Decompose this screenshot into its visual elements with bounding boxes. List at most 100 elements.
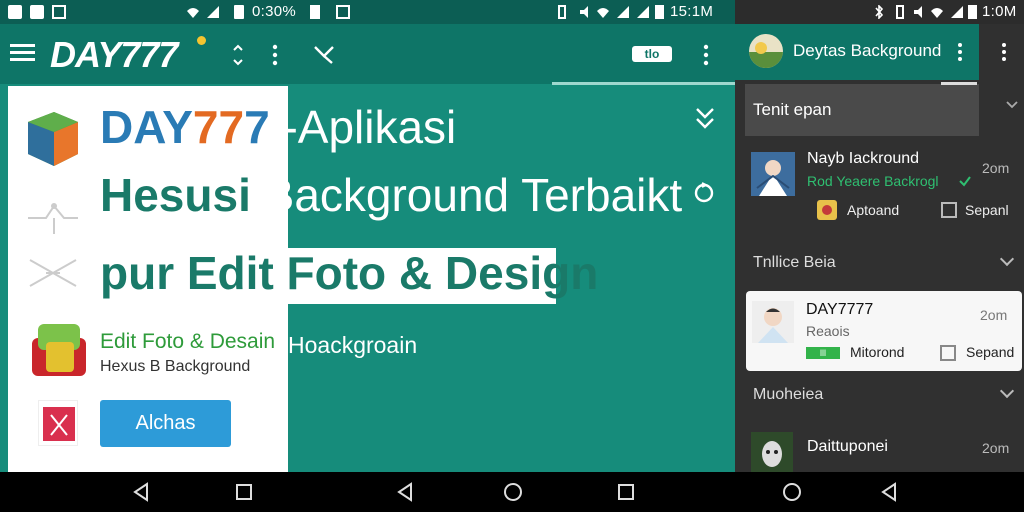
notification-card[interactable]: DAY7777 Reaois 2om lll Mitorond Sepand bbox=[746, 291, 1022, 371]
wifi-icon-3 bbox=[930, 5, 944, 19]
share-icon[interactable] bbox=[312, 42, 336, 66]
dropdown-handle bbox=[941, 82, 977, 85]
primary-button[interactable]: Alchas bbox=[100, 400, 231, 447]
headline-background: Background Terbaikt bbox=[263, 169, 683, 221]
feature-right-text: Hoackgroain bbox=[288, 332, 418, 358]
design-app-icon bbox=[38, 400, 78, 446]
app-icon bbox=[336, 5, 350, 19]
feature-title: Edit Foto & Desain bbox=[100, 330, 276, 353]
badge-label: lll bbox=[820, 348, 826, 358]
navigation-bar bbox=[0, 472, 1024, 512]
headline-hesusi: Hesusi bbox=[100, 169, 264, 221]
notification-action-2[interactable]: Sepanl bbox=[965, 202, 1009, 218]
recents-icon-2[interactable] bbox=[618, 484, 634, 505]
chip-label: tlo bbox=[644, 47, 660, 61]
panel-overflow-icon-2[interactable] bbox=[1001, 42, 1007, 62]
status-time-left: 0:30% bbox=[252, 3, 297, 20]
signal-icon-2 bbox=[616, 5, 630, 19]
notification-avatar-3 bbox=[751, 432, 793, 472]
chevron-down-icon-2[interactable] bbox=[999, 383, 1015, 399]
panel-overflow-icon[interactable] bbox=[957, 42, 963, 62]
panel-app-icon bbox=[749, 34, 783, 68]
app-bar: DAY777 tlo bbox=[0, 24, 735, 85]
notification-item[interactable]: Nayb Iackround Rod Yeaere Backrogl 2om A… bbox=[735, 142, 1024, 232]
battery-icon-2 bbox=[310, 5, 320, 19]
status-bar: 0:30% 15:1M 1:0M bbox=[0, 0, 1024, 24]
signal-icon-3 bbox=[636, 5, 650, 19]
notification-avatar-2 bbox=[752, 301, 794, 343]
chevron-down-icon[interactable] bbox=[999, 251, 1015, 267]
signal-icon-4 bbox=[950, 5, 964, 19]
image-action-icon-2 bbox=[940, 345, 956, 361]
notification-action-1[interactable]: Aptoand bbox=[847, 202, 899, 218]
panel-title: Deytas Background bbox=[793, 41, 942, 60]
home-icon[interactable] bbox=[503, 482, 523, 507]
notification-subtitle: Rod Yeaere Backrogl bbox=[807, 173, 939, 189]
check-icon bbox=[959, 174, 971, 187]
section-header-1: Tnllice Beia bbox=[753, 254, 836, 271]
notification-time: 2om bbox=[982, 160, 1010, 176]
dropdown-menu[interactable]: Tenit epan bbox=[745, 82, 979, 136]
vibrate-icon-2 bbox=[893, 5, 907, 19]
brand-logo: DAY777 bbox=[50, 34, 178, 75]
tools-icon bbox=[24, 254, 82, 292]
signal-icon bbox=[206, 5, 220, 19]
main-content: DAY777 tlo DAY777 -Aplikasi Hesusi Backg… bbox=[0, 24, 735, 472]
image-action-icon bbox=[941, 202, 957, 218]
image-icon bbox=[52, 5, 66, 19]
expand-icon[interactable] bbox=[991, 98, 1019, 114]
headline-line-3: pur Edit Foto & Design bbox=[100, 247, 599, 299]
back-icon-2[interactable] bbox=[396, 482, 414, 507]
home-icon-2[interactable] bbox=[782, 482, 802, 507]
action-app-icon bbox=[817, 200, 837, 220]
refresh-icon[interactable] bbox=[692, 180, 716, 204]
notification-item-3[interactable]: Daittuponei 2om bbox=[735, 428, 1024, 472]
edit-app-icon bbox=[30, 318, 88, 380]
mute-icon-2 bbox=[912, 5, 926, 19]
appbar-divider bbox=[552, 82, 735, 85]
notification-icon bbox=[8, 5, 22, 19]
notification-avatar bbox=[751, 152, 795, 196]
battery-icon-3 bbox=[655, 5, 664, 19]
dropdown-item[interactable]: Tenit epan bbox=[753, 100, 831, 120]
section-header-2: Muoheiea bbox=[753, 386, 824, 403]
wifi-icon-2 bbox=[596, 5, 610, 19]
notification-badge: lll bbox=[806, 347, 840, 359]
chip-button[interactable]: tlo bbox=[632, 46, 672, 62]
headline-line-1: DAY777 -Aplikasi bbox=[100, 100, 456, 154]
headline-aplikasi: -Aplikasi bbox=[269, 101, 457, 153]
notification-action-4[interactable]: Sepand bbox=[966, 344, 1014, 360]
back-icon[interactable] bbox=[132, 482, 150, 507]
battery-icon-4 bbox=[968, 5, 977, 19]
wifi-icon bbox=[186, 5, 200, 19]
battery-icon bbox=[234, 5, 244, 19]
panel-header: Deytas Background bbox=[735, 24, 979, 80]
vibrate-icon bbox=[555, 5, 569, 19]
recents-icon[interactable] bbox=[236, 484, 252, 505]
notification-icon-2 bbox=[30, 5, 44, 19]
feature-subtitle: Hexus B Background bbox=[100, 358, 251, 375]
back-icon-3[interactable] bbox=[880, 482, 898, 507]
collapse-icon[interactable] bbox=[694, 106, 716, 130]
notification-panel: Deytas Background Tenit epan Nayb Iackro… bbox=[735, 24, 1024, 472]
headline-line-2: Hesusi Background Terbaikt bbox=[100, 168, 682, 222]
bluetooth-icon bbox=[872, 4, 886, 20]
mute-icon bbox=[578, 5, 592, 19]
headline-7: 7 bbox=[244, 101, 270, 153]
status-time-right: 1:0M bbox=[982, 3, 1017, 20]
status-time-mid: 15:1M bbox=[670, 3, 714, 20]
app-cube-icon bbox=[24, 108, 82, 170]
notification-subtitle-2: Reaois bbox=[806, 323, 850, 339]
notification-time-2: 2om bbox=[980, 307, 1008, 323]
tree-icon bbox=[24, 200, 82, 236]
notification-time-3: 2om bbox=[982, 440, 1010, 456]
brand-dot-icon bbox=[197, 36, 206, 45]
notification-title-2: DAY7777 bbox=[806, 301, 874, 318]
overflow-menu-icon[interactable] bbox=[272, 44, 278, 66]
menu-icon[interactable] bbox=[10, 44, 35, 62]
notification-action-3[interactable]: Mitorond bbox=[850, 344, 904, 360]
overflow-menu-icon-2[interactable] bbox=[703, 44, 709, 66]
headline-77: 77 bbox=[192, 101, 245, 153]
sort-icon[interactable] bbox=[232, 44, 244, 66]
notification-title: Nayb Iackround bbox=[807, 150, 920, 167]
